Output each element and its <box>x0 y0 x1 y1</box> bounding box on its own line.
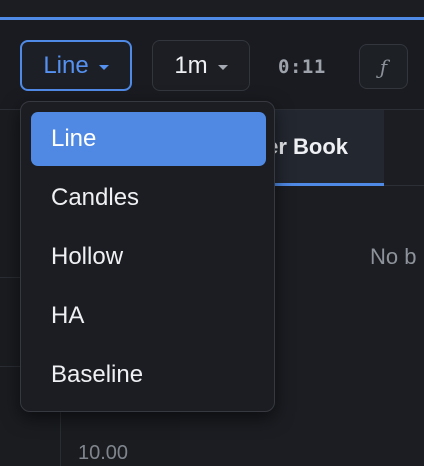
dropdown-item-ha[interactable]: HA <box>31 289 266 343</box>
dropdown-item-line[interactable]: Line <box>31 112 266 166</box>
chevron-down-icon <box>217 64 228 70</box>
candle-countdown-timer: 0:11 <box>278 56 326 78</box>
interval-button[interactable]: 1m <box>152 40 250 91</box>
dropdown-item-candles[interactable]: Candles <box>31 171 266 225</box>
dropdown-item-baseline[interactable]: Baseline <box>31 348 266 402</box>
chart-type-dropdown: Line Candles Hollow HA Baseline <box>20 101 275 412</box>
chart-type-button[interactable]: Line <box>20 40 132 91</box>
dropdown-item-label: HA <box>51 302 85 329</box>
empty-state-message: No b <box>370 244 417 269</box>
chart-type-label: Line <box>43 51 89 79</box>
dropdown-item-label: Candles <box>51 184 140 211</box>
dropdown-item-label: Hollow <box>51 243 124 270</box>
dropdown-item-label: Line <box>51 125 97 152</box>
chevron-down-icon <box>98 64 109 70</box>
interval-label: 1m <box>174 51 208 79</box>
indicators-button[interactable]: ƒ <box>359 44 408 89</box>
price-axis-label: 10.00 <box>78 442 129 464</box>
top-accent-bar <box>0 0 424 20</box>
dropdown-item-hollow[interactable]: Hollow <box>31 230 266 284</box>
dropdown-item-label: Baseline <box>51 361 144 388</box>
chart-toolbar: Line 1m 0:11 ƒ <box>0 20 424 110</box>
function-icon: ƒ <box>379 54 388 79</box>
